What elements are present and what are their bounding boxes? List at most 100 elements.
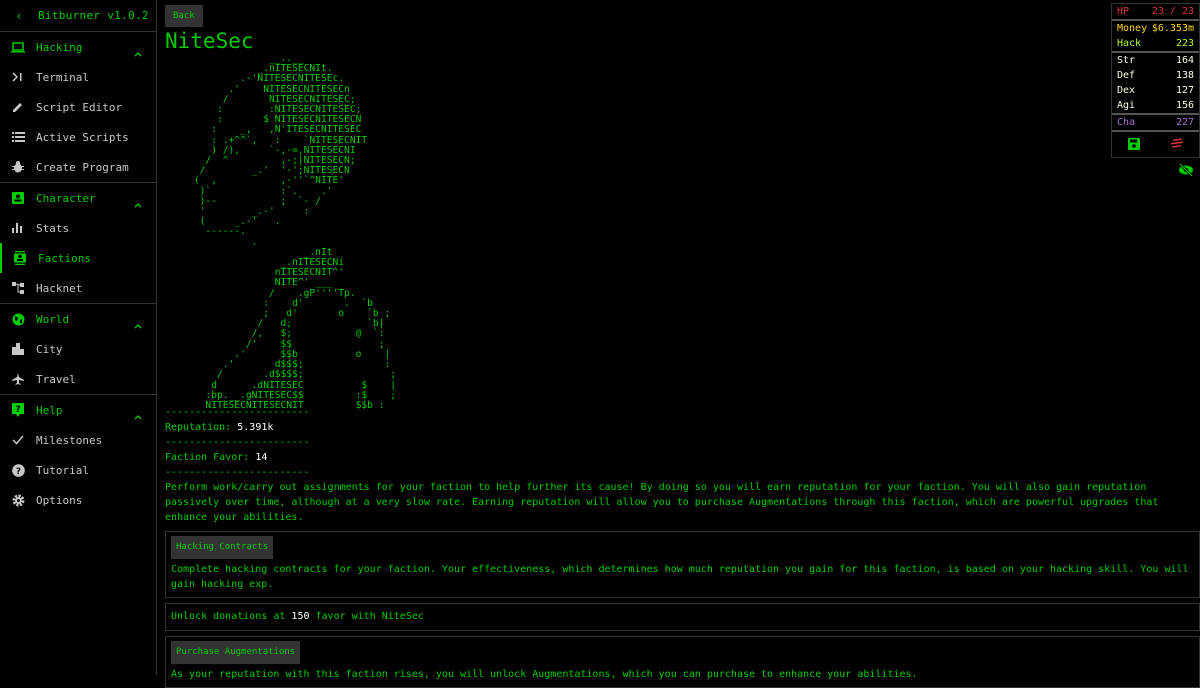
sidebar-group-header-hacking[interactable]: Hacking xyxy=(0,32,156,62)
sidebar-item-label: Milestones xyxy=(36,433,103,447)
app-version-title: Bitburner v1.0.2 xyxy=(38,9,149,22)
stat-label: Dex xyxy=(1117,85,1136,96)
sidebar-item-tutorial[interactable]: ? Tutorial xyxy=(0,455,156,485)
favor-value: 14 xyxy=(255,452,268,463)
stat-value: 127 xyxy=(1175,85,1194,96)
chevron-up-icon[interactable] xyxy=(134,42,142,61)
stat-label: Money xyxy=(1117,23,1148,34)
sidebar-item-script-editor[interactable]: Script Editor xyxy=(0,92,156,122)
reputation-value: 5.391k xyxy=(237,422,274,433)
faction-info: ------------------------ Reputation: 5.3… xyxy=(165,405,1200,688)
sidebar: ‹ Bitburner v1.0.2 Hacking Terminal Scri… xyxy=(0,0,157,675)
sidebar-item-label: Script Editor xyxy=(36,100,123,114)
sidebar-item-label: Options xyxy=(36,493,83,507)
chevron-up-icon[interactable] xyxy=(134,405,142,424)
stat-agi: Agi 156 xyxy=(1112,98,1199,115)
faction-description: Perform work/carry out assignments for y… xyxy=(165,482,1159,523)
purchase-augmentations-card: Purchase Augmentations As your reputatio… xyxy=(165,636,1200,688)
sidebar-group-header-world[interactable]: World xyxy=(0,304,156,334)
check-icon xyxy=(0,435,36,445)
donation-favor-value: 150 xyxy=(291,611,310,622)
sidebar-item-label: Create Program xyxy=(36,160,129,174)
sidebar-group-hacking: Hacking Terminal Script Editor Active Sc… xyxy=(0,32,156,183)
sidebar-item-active-scripts[interactable]: Active Scripts xyxy=(0,122,156,152)
sidebar-group-label: Character xyxy=(36,191,96,205)
svg-text:?: ? xyxy=(15,467,20,477)
stat-label: Hack xyxy=(1117,38,1142,49)
sidebar-item-hacknet[interactable]: Hacknet xyxy=(0,273,156,303)
chevron-up-icon[interactable] xyxy=(134,314,142,333)
sidebar-group-header-character[interactable]: Character xyxy=(0,183,156,213)
divider: ------------------------ xyxy=(165,437,310,448)
sidebar-group-header-help[interactable]: ? Help xyxy=(0,395,156,425)
sidebar-item-label: Tutorial xyxy=(36,463,89,477)
stat-label: Def xyxy=(1117,70,1136,81)
stat-hack: Hack 223 xyxy=(1112,36,1199,53)
sidebar-item-create-program[interactable]: Create Program xyxy=(0,152,156,182)
sidebar-item-label: City xyxy=(36,342,63,356)
sidebar-item-factions[interactable]: Factions xyxy=(0,243,156,273)
sidebar-group-help: ? Help Milestones ? Tutorial Options xyxy=(0,395,156,515)
purchase-augmentations-button[interactable]: Purchase Augmentations xyxy=(171,641,301,664)
sidebar-group-world: World City Travel xyxy=(0,304,156,395)
page-title: NiteSec xyxy=(165,29,254,53)
sidebar-item-label: Terminal xyxy=(36,70,89,84)
reputation-row: Reputation: 5.391k xyxy=(165,420,1200,435)
stat-label: Cha xyxy=(1117,117,1136,128)
donation-prefix: Unlock donations at xyxy=(171,611,286,622)
pencil-icon xyxy=(0,101,36,113)
svg-text:?: ? xyxy=(15,405,20,415)
sidebar-group-label: Help xyxy=(36,403,63,417)
list-icon xyxy=(0,132,36,142)
stat-hp: HP 23 / 23 xyxy=(1112,4,1199,21)
sidebar-item-milestones[interactable]: Milestones xyxy=(0,425,156,455)
airplane-icon xyxy=(0,373,36,385)
sidebar-item-city[interactable]: City xyxy=(0,334,156,364)
laptop-icon xyxy=(0,41,36,53)
sidebar-item-label: Hacknet xyxy=(36,281,83,295)
bug-icon xyxy=(0,161,36,173)
stat-value: 164 xyxy=(1175,55,1194,66)
stat-dex: Dex 127 xyxy=(1112,83,1199,98)
sidebar-group-character: Character Stats Factions Hacknet xyxy=(0,183,156,304)
kill-scripts-icon[interactable] xyxy=(1171,138,1184,153)
favor-label: Faction Favor: xyxy=(165,452,250,463)
stat-cha: Cha 227 xyxy=(1112,115,1199,132)
stat-value: $6.353m xyxy=(1151,23,1194,34)
contact-card-icon xyxy=(0,192,36,204)
stat-money: Money $6.353m xyxy=(1112,21,1199,36)
network-icon xyxy=(0,282,36,294)
hacking-contracts-description: Complete hacking contracts for your fact… xyxy=(171,564,1189,590)
sidebar-item-terminal[interactable]: Terminal xyxy=(0,62,156,92)
hacking-contracts-card: Hacking Contracts Complete hacking contr… xyxy=(165,531,1200,598)
sidebar-group-label: Hacking xyxy=(36,40,83,54)
reputation-label: Reputation: xyxy=(165,422,232,433)
stat-value: 138 xyxy=(1175,70,1194,81)
favor-row: Faction Favor: 14 xyxy=(165,450,1200,465)
terminal-icon xyxy=(0,72,36,82)
chevron-left-icon[interactable]: ‹ xyxy=(0,9,38,23)
sidebar-item-stats[interactable]: Stats xyxy=(0,213,156,243)
chevron-up-icon[interactable] xyxy=(134,193,142,212)
bar-chart-icon xyxy=(0,223,36,233)
help-bubble-icon: ? xyxy=(0,403,36,417)
sidebar-item-label: Factions xyxy=(38,251,91,265)
stat-label: Str xyxy=(1117,55,1136,66)
visibility-off-icon[interactable] xyxy=(1178,162,1194,181)
back-button[interactable]: Back xyxy=(165,5,203,27)
faction-ascii-logo: __..__ _.nITESECNIt. .-'NITESECNITESEc. … xyxy=(193,53,397,411)
hacking-contracts-button[interactable]: Hacking Contracts xyxy=(171,536,274,559)
sidebar-item-travel[interactable]: Travel xyxy=(0,364,156,394)
save-icon[interactable] xyxy=(1127,138,1140,153)
sidebar-header: ‹ Bitburner v1.0.2 xyxy=(0,0,156,32)
sidebar-item-label: Travel xyxy=(36,372,76,386)
stat-label: HP xyxy=(1117,6,1130,17)
sidebar-item-options[interactable]: Options xyxy=(0,485,156,515)
globe-icon xyxy=(0,313,36,326)
stat-value: 23 / 23 xyxy=(1151,6,1194,17)
contacts-icon xyxy=(2,251,38,265)
stat-str: Str 164 xyxy=(1112,53,1199,68)
stat-label: Agi xyxy=(1117,100,1136,111)
divider: ------------------------ xyxy=(165,407,310,418)
sidebar-group-label: World xyxy=(36,312,70,326)
